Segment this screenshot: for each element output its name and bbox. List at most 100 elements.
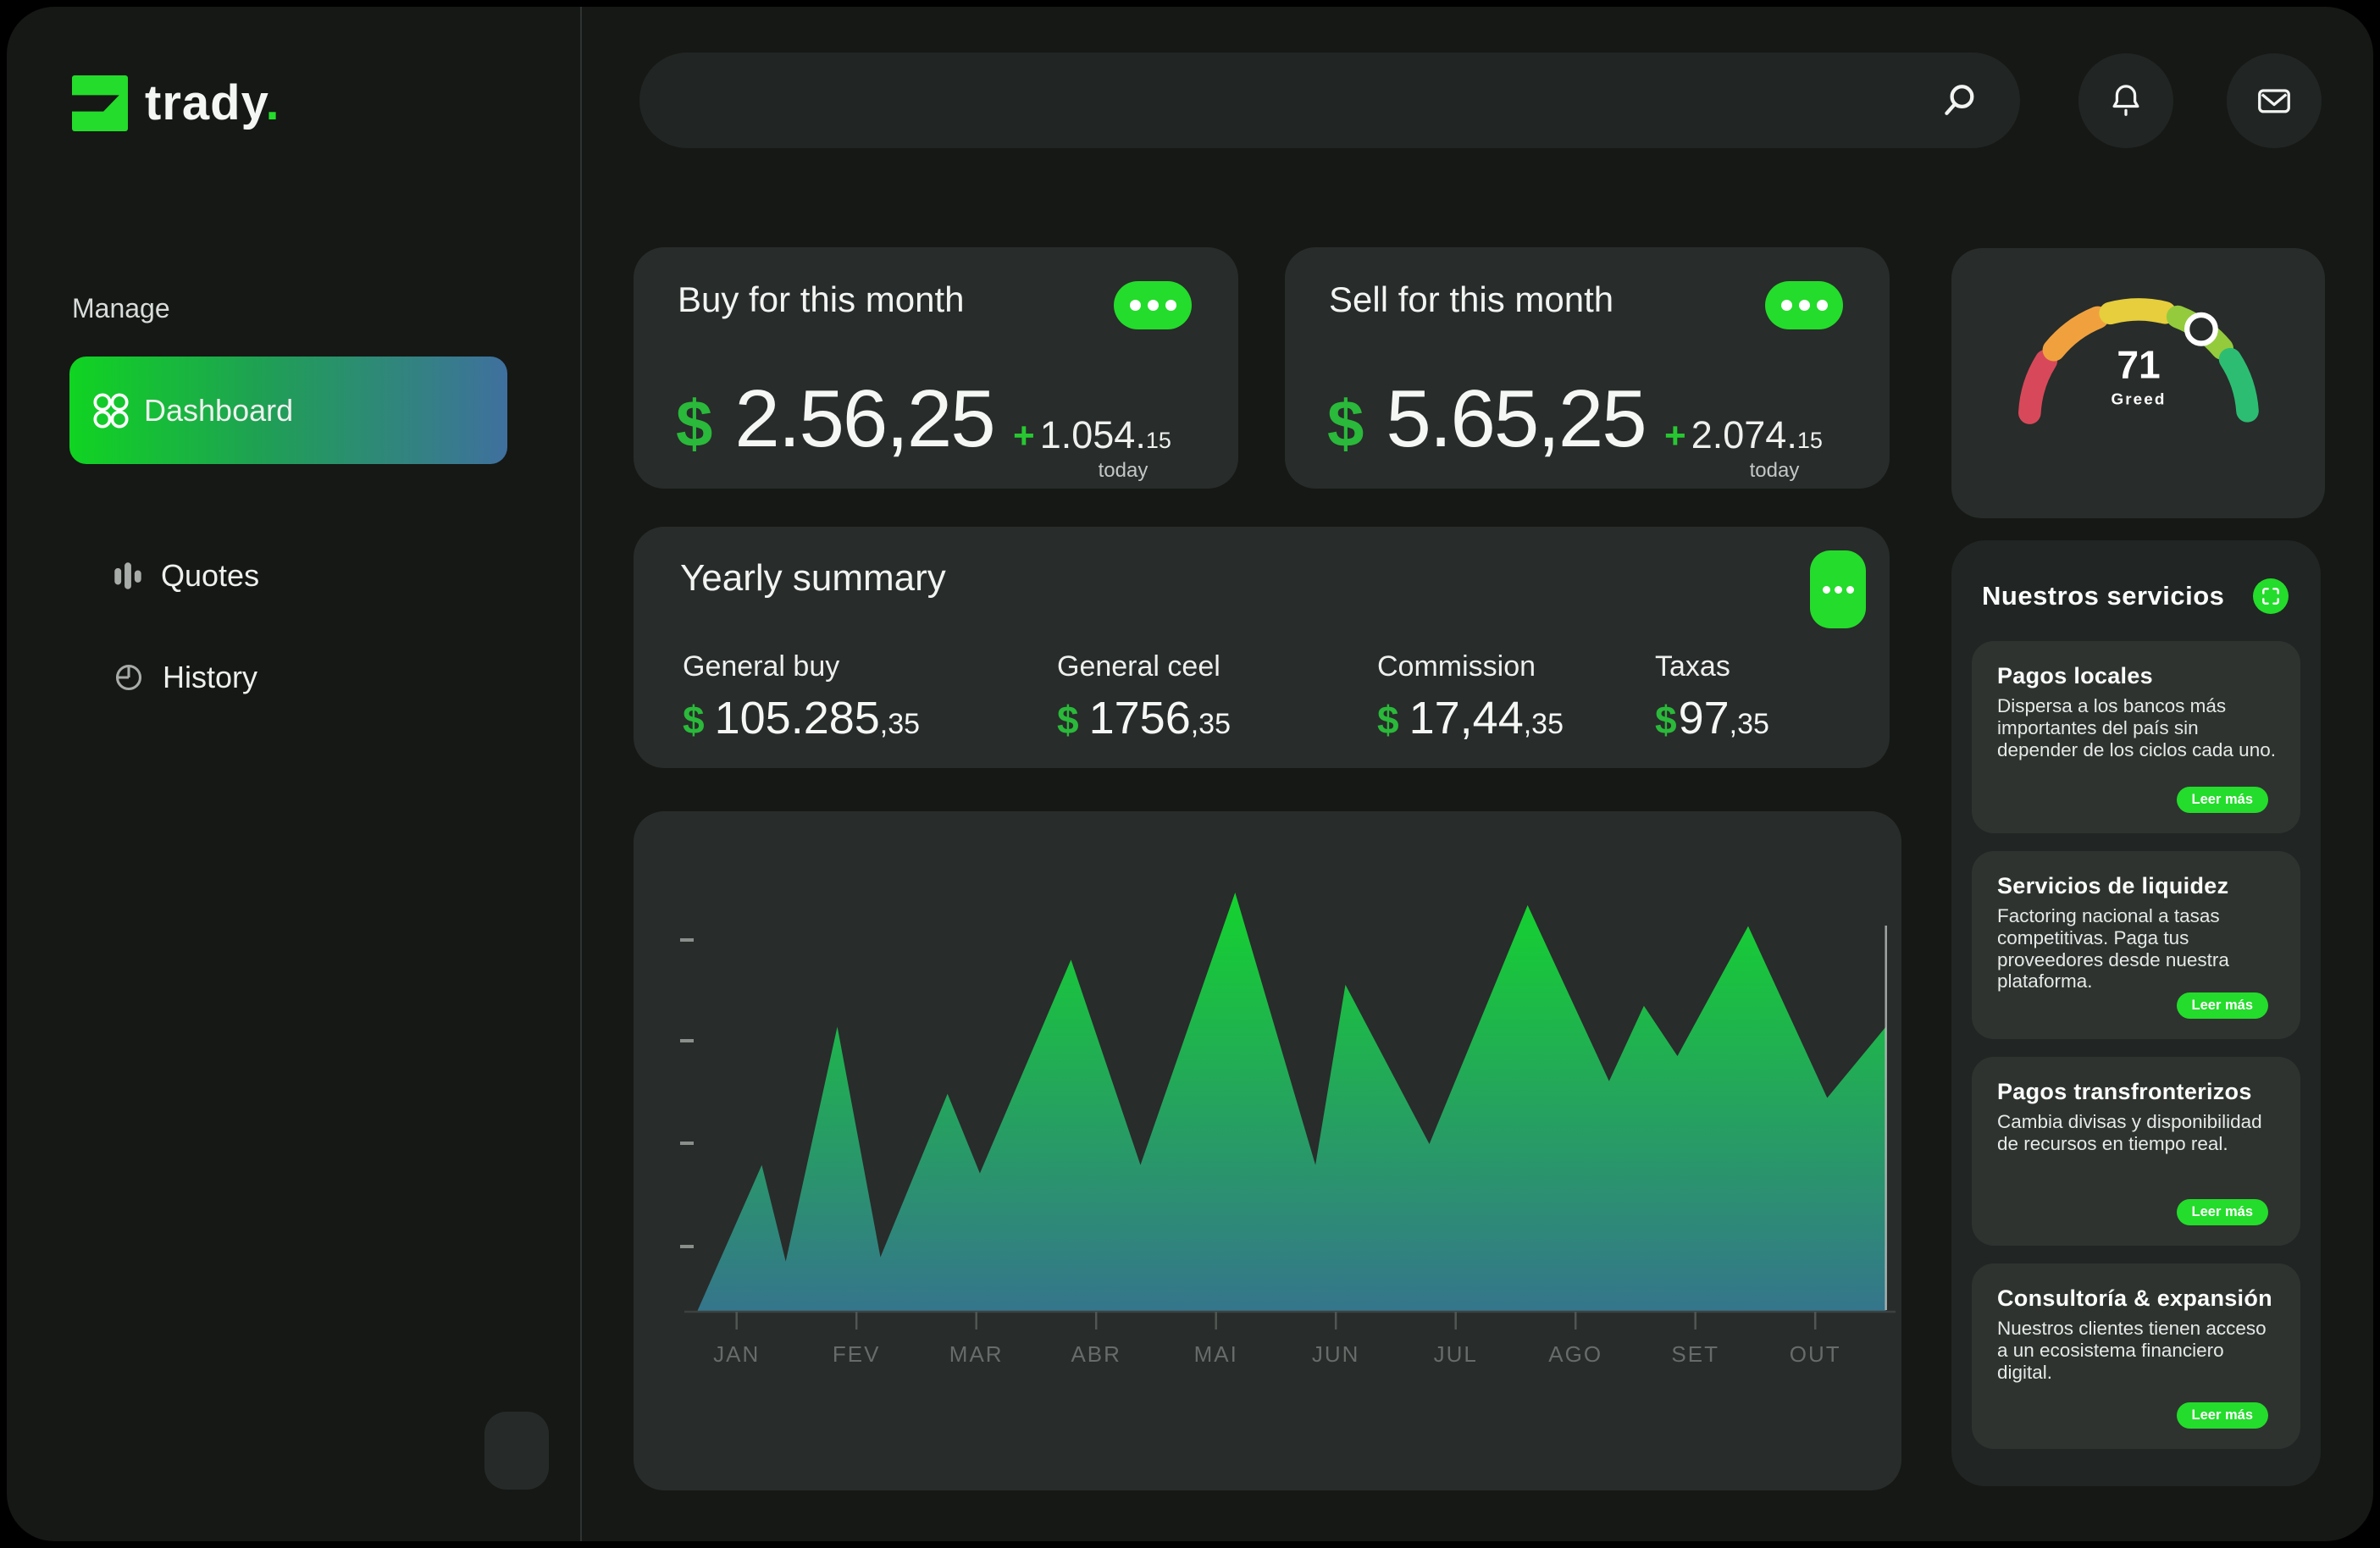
currency-sign: $ [1655, 697, 1677, 743]
sell-card-menu-button[interactable] [1765, 281, 1843, 329]
sidebar-divider [580, 7, 582, 1541]
delta-decimals: 15 [1797, 428, 1823, 453]
sidebar-item-label: Dashboard [144, 393, 293, 428]
delta-value: 2.074. [1691, 413, 1797, 456]
fullscreen-icon [2262, 588, 2279, 605]
yearly-stat-general-buy: General buy $105.285,35 [683, 650, 920, 744]
sidebar-bottom-handle[interactable] [484, 1412, 549, 1490]
messages-button[interactable] [2227, 53, 2322, 148]
sidebar-item-label: History [163, 660, 257, 695]
service-title: Consultoría & expansión [1997, 1285, 2278, 1311]
svg-text:JAN: JAN [713, 1341, 760, 1367]
delta-value: 1.054. [1040, 413, 1146, 456]
sentiment-gauge-card: 71 Greed [1951, 248, 2325, 518]
sidebar-item-dashboard[interactable]: Dashboard [69, 357, 507, 464]
stat-value: 17,44 [1409, 692, 1524, 744]
service-title: Pagos locales [1997, 663, 2278, 688]
sidebar-item-history[interactable]: History [113, 652, 257, 703]
currency-sign: $ [676, 385, 712, 462]
stat-decimals: ,35 [880, 708, 920, 741]
sidebar-item-label: Quotes [161, 558, 259, 594]
delta-caption: today [1047, 459, 1199, 483]
gauge-segment-yellow [2110, 309, 2165, 312]
svg-text:AGO: AGO [1548, 1341, 1602, 1367]
stat-label: Taxas [1655, 650, 1769, 683]
yearly-title: Yearly summary [680, 557, 946, 600]
mail-icon [2256, 85, 2292, 117]
app-window: trady. Manage Dashboard Quotes History [7, 7, 2373, 1541]
stat-value: 105.285 [715, 692, 880, 744]
read-more-button[interactable]: Leer más [2177, 787, 2268, 813]
sidebar: trady. Manage Dashboard Quotes History [7, 7, 580, 1541]
gauge-segment-green [2230, 359, 2247, 411]
svg-text:SET: SET [1671, 1341, 1719, 1367]
services-header: Nuestros servicios [1972, 569, 2300, 623]
svg-text:OUT: OUT [1790, 1341, 1841, 1367]
area-series [697, 893, 1886, 1312]
yearly-stat-taxas: Taxas $97,35 [1655, 650, 1769, 744]
service-title: Pagos transfronterizos [1997, 1079, 2278, 1104]
svg-text:MAR: MAR [949, 1341, 1004, 1367]
read-more-button[interactable]: Leer más [2177, 992, 2268, 1019]
bar-chart-icon [113, 559, 142, 593]
bell-icon [2109, 82, 2143, 119]
yearly-performance-chart-card: JANFEVMARABRMAIJUNJULAGOSETOUT [634, 811, 1901, 1490]
gauge-needle-marker[interactable] [2187, 315, 2216, 344]
stat-label: General ceel [1057, 650, 1231, 683]
card-title: Sell for this month [1329, 279, 1613, 320]
buy-card-menu-button[interactable] [1114, 281, 1192, 329]
svg-text:MAI: MAI [1194, 1341, 1238, 1367]
sell-amount: $ 5.65,25 [1327, 373, 1646, 466]
notifications-button[interactable] [2078, 53, 2173, 148]
read-more-button[interactable]: Leer más [2177, 1199, 2268, 1225]
yearly-menu-button[interactable] [1810, 550, 1866, 628]
buy-month-card: Buy for this month $ 2.56,25 +1.054.15 t… [634, 247, 1238, 489]
service-body: Dispersa a los bancos más importantes de… [1997, 695, 2278, 760]
service-body: Factoring nacional a tasas competitivas.… [1997, 905, 2278, 992]
service-title: Servicios de liquidez [1997, 873, 2278, 898]
brand-logo: trady. [72, 75, 280, 131]
plus-sign: + [1664, 415, 1686, 456]
yearly-summary-card: Yearly summary General buy $105.285,35 G… [634, 527, 1890, 768]
brand-name: trady. [145, 75, 280, 131]
y-axis-dashes [680, 940, 694, 1247]
pie-chart-icon [113, 662, 144, 693]
stat-label: General buy [683, 650, 920, 683]
brand-dot: . [266, 75, 280, 130]
greed-gauge: 71 Greed [1996, 279, 2281, 435]
services-panel: Nuestros servicios Pagos locales Dispers… [1951, 540, 2321, 1486]
svg-text:JUL: JUL [1434, 1341, 1478, 1367]
service-card-pagos-transfronterizos: Pagos transfronterizos Cambia divisas y … [1972, 1057, 2300, 1246]
x-axis-labels: JANFEVMARABRMAIJUNJULAGOSETOUT [713, 1312, 1841, 1367]
stat-label: Commission [1377, 650, 1564, 683]
sidebar-section-label: Manage [72, 293, 170, 324]
search-bar [639, 53, 2020, 148]
search-icon[interactable] [1940, 81, 1979, 120]
svg-text:ABR: ABR [1071, 1341, 1121, 1367]
stat-value: 1756 [1089, 692, 1191, 744]
buy-amount: $ 2.56,25 [676, 373, 994, 466]
currency-sign: $ [1327, 385, 1364, 462]
yearly-stat-commission: Commission $17,44,35 [1377, 650, 1564, 744]
gauge-value: 71 [2117, 343, 2160, 387]
grid-circles-icon [91, 391, 130, 430]
amount-value: 2.56,25 [734, 373, 994, 466]
delta-decimals: 15 [1146, 428, 1171, 453]
sidebar-item-quotes[interactable]: Quotes [113, 550, 259, 601]
gauge-segment-red [2029, 361, 2045, 413]
svg-text:FEV: FEV [833, 1341, 881, 1367]
yearly-area-chart: JANFEVMARABRMAIJUNJULAGOSETOUT [634, 811, 1901, 1490]
currency-sign: $ [683, 697, 705, 743]
stat-decimals: ,35 [1524, 708, 1564, 741]
service-body: Nuestros clientes tienen acceso a un eco… [1997, 1318, 2278, 1383]
yearly-stat-general-ceel: General ceel $1756,35 [1057, 650, 1231, 744]
delta-caption: today [1698, 459, 1851, 483]
gauge-segment-orange [2053, 318, 2097, 350]
read-more-button[interactable]: Leer más [2177, 1402, 2268, 1429]
currency-sign: $ [1377, 697, 1399, 743]
stat-value: 97 [1679, 692, 1730, 744]
service-card-pagos-locales: Pagos locales Dispersa a los bancos más … [1972, 641, 2300, 833]
search-input[interactable] [639, 53, 2020, 148]
services-expand-button[interactable] [2253, 578, 2289, 614]
stat-decimals: ,35 [1191, 708, 1231, 741]
